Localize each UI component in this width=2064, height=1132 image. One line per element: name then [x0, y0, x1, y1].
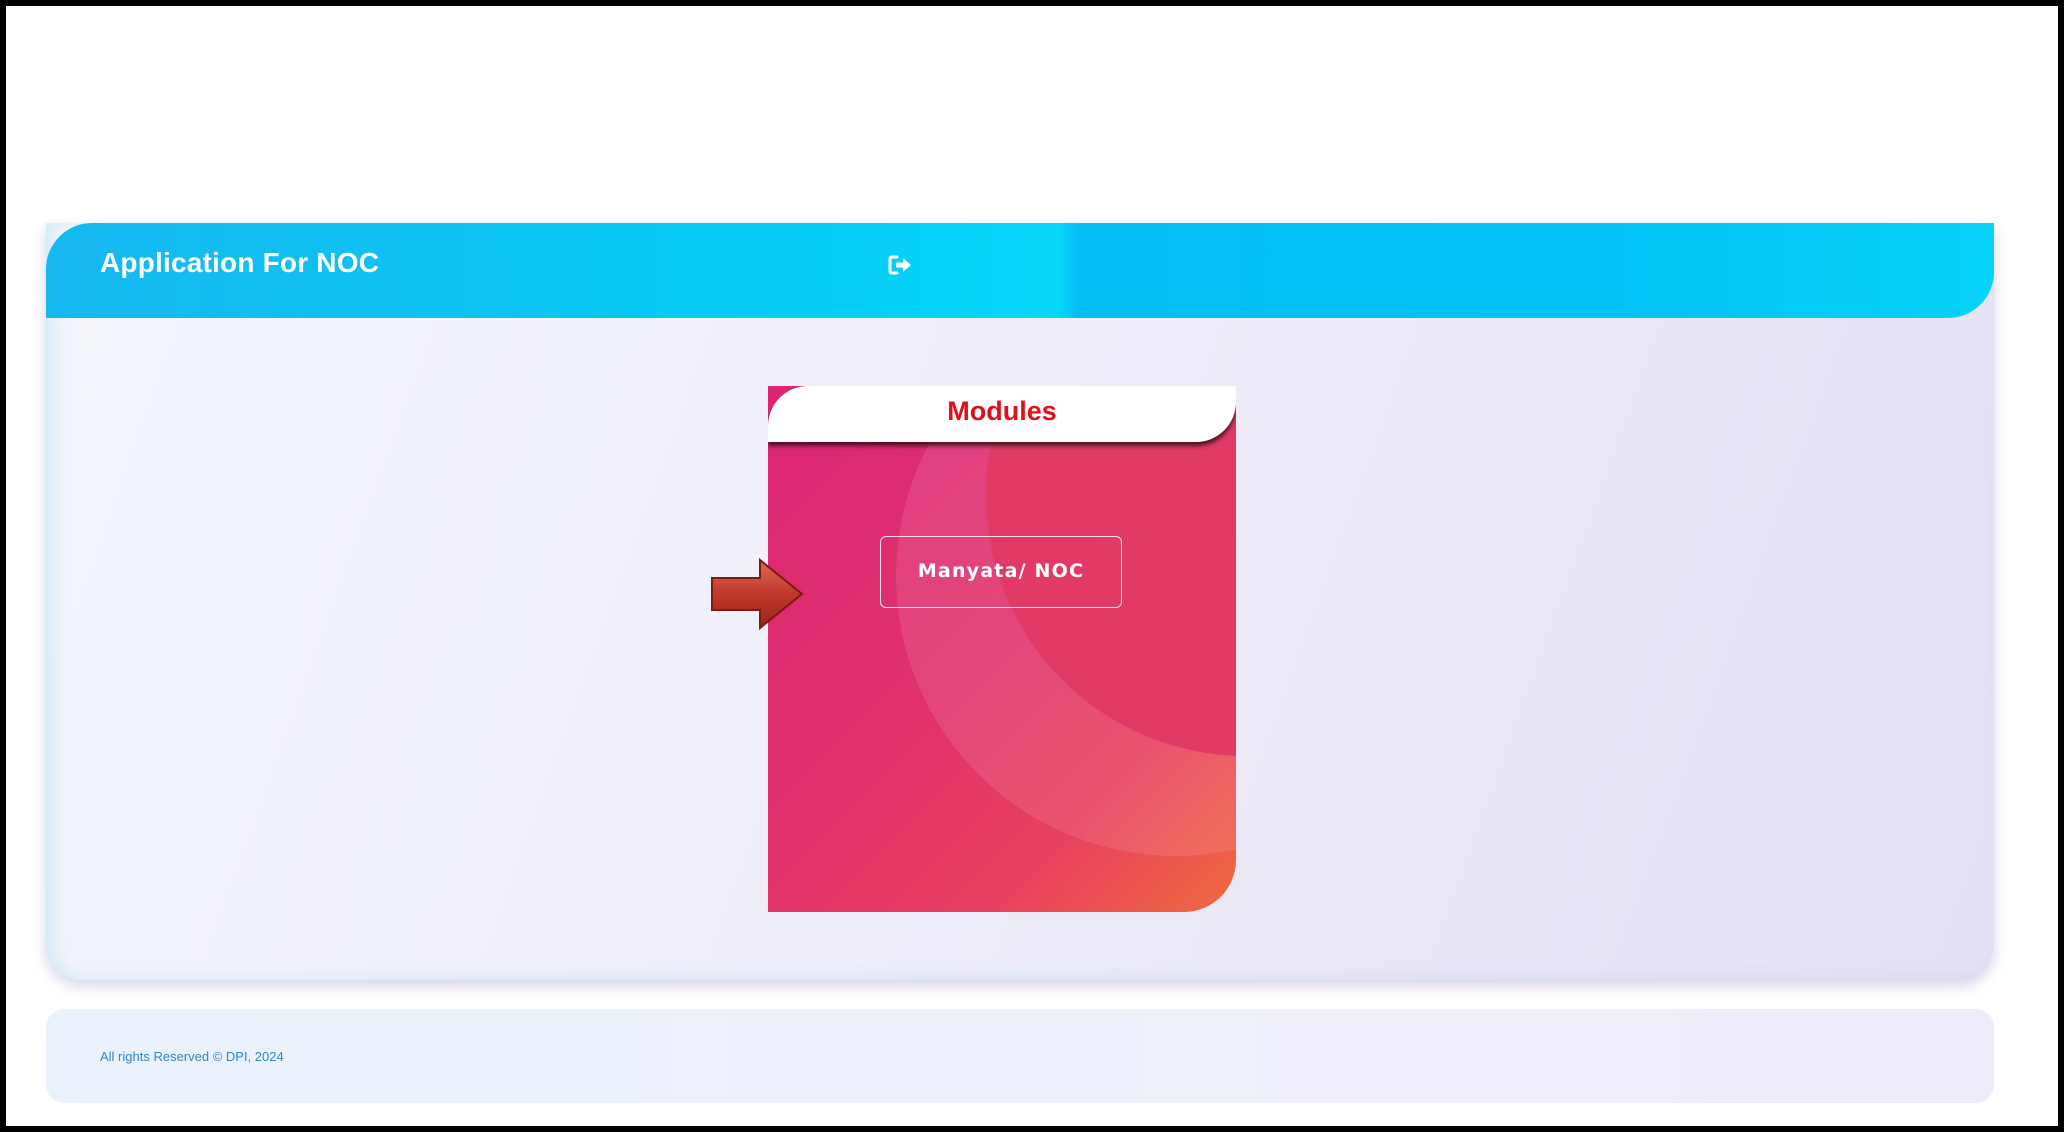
red-arrow-right-icon [708, 556, 806, 632]
page-frame: Application For NOC Modules Manyata/ NOC [0, 0, 2064, 1132]
footer-copyright: All rights Reserved © DPI, 2024 [100, 1049, 284, 1064]
page-title: Application For NOC [100, 247, 380, 278]
manyata-noc-button[interactable]: Manyata/ NOC [880, 536, 1122, 608]
sign-out-icon[interactable] [884, 249, 916, 281]
header-bar: Application For NOC [46, 223, 1994, 318]
modules-title: Modules [947, 396, 1057, 426]
modules-card-header: Modules [768, 386, 1236, 442]
footer: All rights Reserved © DPI, 2024 [46, 1009, 1994, 1103]
modules-card: Modules [768, 386, 1236, 912]
